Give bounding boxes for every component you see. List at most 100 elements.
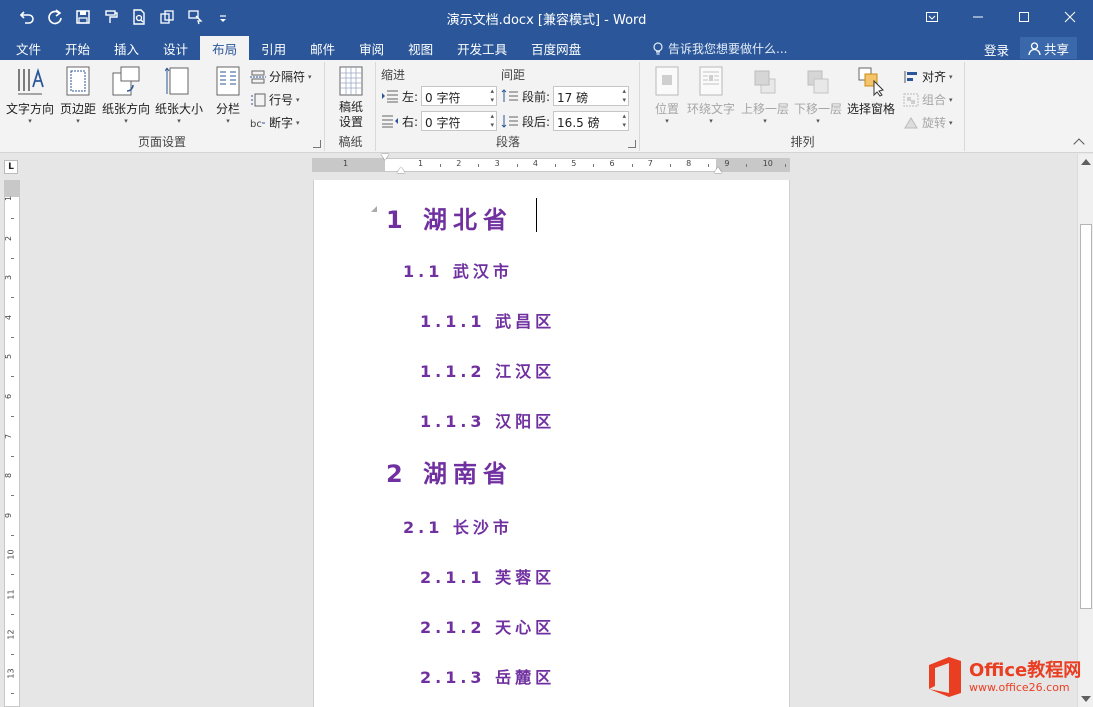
breaks-icon (250, 70, 266, 83)
align-button[interactable]: 对齐 ▾ (903, 68, 953, 85)
ruler-number: 6 (4, 393, 14, 400)
manuscript-icon (335, 64, 367, 98)
group-button[interactable]: 组合 ▾ (903, 91, 953, 108)
text-direction-button[interactable]: 文字方向 ▾ (6, 64, 54, 125)
heading-level-3[interactable]: 2.1.2 天心区 (420, 614, 555, 638)
tab-2[interactable]: 插入 (102, 36, 151, 60)
ruler-number: 9 (724, 159, 730, 168)
tab-3[interactable]: 设计 (151, 36, 200, 60)
ruler-tick (11, 257, 14, 259)
tab-8[interactable]: 视图 (396, 36, 445, 60)
scroll-down-icon[interactable] (1081, 696, 1091, 702)
position-button[interactable]: 位置 ▾ (651, 64, 683, 125)
indent-right: 右: 0 字符 (381, 111, 498, 131)
paragraph-launcher-icon[interactable] (628, 140, 636, 148)
copy-icon[interactable] (154, 6, 180, 28)
indent-left: 左: 0 字符 (381, 86, 498, 106)
login-link[interactable]: 登录 (984, 40, 1009, 59)
ruler-number: 12 (6, 629, 16, 640)
tab-9[interactable]: 开发工具 (445, 36, 519, 60)
vertical-ruler[interactable]: 1 2 3 4 5 6 7 8 9 10 11 12 13 (4, 180, 20, 707)
heading-level-1[interactable]: 2 湖南省 (386, 454, 513, 489)
tab-7[interactable]: 审阅 (347, 36, 396, 60)
share-button[interactable]: 共享 (1020, 37, 1077, 59)
hyphenation-icon: bc (250, 119, 265, 130)
minimize-icon[interactable] (955, 0, 1001, 34)
heading-level-3[interactable]: 1.1.3 汉阳区 (420, 408, 555, 432)
document-page[interactable]: 1 湖北省 1.1 武汉市 1.1.1 武昌区 1.1.2 江汉区 1.1.3 汉阳区 2… (313, 180, 790, 707)
maximize-icon[interactable] (1001, 0, 1047, 34)
scroll-up-icon[interactable] (1081, 159, 1091, 165)
horizontal-ruler[interactable]: 1 1 2 3 4 5 6 7 8 9 10 (312, 154, 790, 173)
indent-left-input[interactable]: 0 字符 (421, 86, 498, 106)
ruler-tick (631, 164, 633, 167)
tab-0[interactable]: 文件 (4, 36, 53, 60)
size-button[interactable]: 纸张大小 ▾ (155, 64, 203, 125)
heading-level-2[interactable]: 2.1 长沙市 (403, 514, 513, 538)
ruler-tick (11, 376, 14, 378)
send-backward-button[interactable]: 下移一层 ▾ (794, 64, 842, 125)
ribbon: 文字方向 ▾ 页边距 ▾ 纸张方向 ▾ 纸张大小 ▾ 分栏 ▾ 分隔符 ▾ 行号… (0, 60, 1093, 153)
ruler-tick (669, 164, 671, 167)
customize-qat-icon[interactable] (210, 6, 236, 28)
heading-level-3[interactable]: 1.1.1 武昌区 (420, 308, 555, 332)
margins-button[interactable]: 页边距 ▾ (60, 64, 96, 125)
ribbon-display-options-icon[interactable] (909, 0, 955, 34)
group-icon (903, 93, 919, 106)
line-numbers-button[interactable]: 行号 ▾ (250, 91, 300, 108)
spacing-before-input[interactable]: 17 磅 (553, 86, 630, 106)
scroll-thumb[interactable] (1080, 224, 1092, 609)
collapse-ribbon-icon[interactable] (1073, 138, 1085, 150)
ruler-number: 2 (4, 235, 14, 241)
heading-level-2[interactable]: 1.1 武汉市 (403, 258, 513, 282)
window-controls (909, 0, 1093, 34)
tab-1[interactable]: 开始 (53, 36, 102, 60)
arrange-group: 位置 ▾ 环绕文字 ▾ 上移一层 ▾ 下移一层 ▾ 选择窗格 对齐 ▾ 组合 ▾… (641, 62, 965, 151)
manuscript-settings-button[interactable]: 稿纸 设置 (335, 64, 367, 130)
tab-10[interactable]: 百度网盘 (519, 36, 593, 60)
bring-forward-button[interactable]: 上移一层 ▾ (741, 64, 789, 125)
undo-icon[interactable] (14, 6, 40, 28)
ruler-number: 8 (4, 473, 14, 479)
lightbulb-icon (653, 41, 663, 55)
heading-level-3[interactable]: 1.1.2 江汉区 (420, 358, 555, 382)
collapse-heading-icon[interactable] (371, 206, 377, 212)
text-cursor (536, 198, 537, 232)
save-icon[interactable] (70, 6, 96, 28)
heading-level-3[interactable]: 2.1.1 芙蓉区 (420, 564, 555, 588)
tab-selector[interactable]: L (4, 160, 18, 174)
ruler-number: 1 (343, 159, 349, 168)
manuscript-label: 稿纸 (338, 135, 363, 149)
indent-label: 缩进 (381, 68, 406, 82)
print-preview-icon[interactable] (126, 6, 152, 28)
format-painter-icon[interactable] (98, 6, 124, 28)
heading-level-1[interactable]: 1 湖北省 (386, 200, 513, 235)
heading-level-3[interactable]: 2.1.3 岳麓区 (420, 664, 555, 688)
orientation-button[interactable]: 纸张方向 ▾ (102, 64, 150, 125)
vertical-scrollbar[interactable] (1077, 154, 1093, 707)
ruler-number: 4 (4, 314, 14, 320)
tab-5[interactable]: 引用 (249, 36, 298, 60)
wrap-text-button[interactable]: 环绕文字 ▾ (687, 64, 735, 125)
line-numbers-icon (251, 93, 266, 106)
ruler-number: 1 (418, 159, 424, 168)
hyphenation-button[interactable]: bc 断字 ▾ (250, 114, 300, 131)
indent-marker-icon[interactable] (397, 167, 405, 173)
breaks-button[interactable]: 分隔符 ▾ (250, 68, 312, 85)
touch-mode-icon[interactable] (182, 6, 208, 28)
page-setup-launcher-icon[interactable] (313, 140, 321, 148)
indent-marker-icon[interactable] (381, 154, 389, 160)
indent-marker-icon[interactable] (714, 167, 722, 173)
office-logo-icon (929, 657, 961, 697)
tab-6[interactable]: 邮件 (298, 36, 347, 60)
spacing-after-input[interactable]: 16.5 磅 (553, 111, 630, 131)
columns-button[interactable]: 分栏 ▾ (212, 64, 244, 125)
ruler-number: 1 (4, 195, 14, 202)
indent-right-input[interactable]: 0 字符 (421, 111, 498, 131)
selection-pane-button[interactable]: 选择窗格 (847, 64, 895, 117)
close-icon[interactable] (1047, 0, 1093, 34)
tell-me-box[interactable]: 告诉我您想要做什么... (652, 40, 787, 57)
tab-4[interactable]: 布局 (200, 36, 250, 60)
redo-icon[interactable] (42, 6, 68, 28)
rotate-button[interactable]: 旋转 ▾ (903, 114, 953, 131)
